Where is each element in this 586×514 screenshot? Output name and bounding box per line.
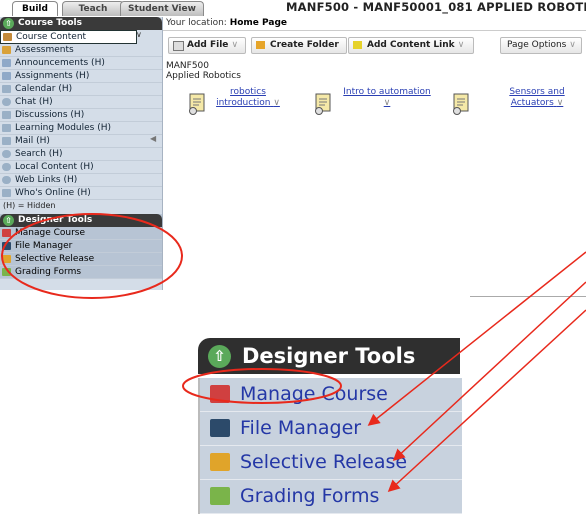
annotation-overlay	[1, 213, 586, 493]
annotation-arrow	[387, 309, 586, 493]
annotation-arrow	[367, 251, 586, 426]
annotation-arrow	[392, 281, 586, 462]
annotation-circle	[1, 213, 183, 299]
annotation-oval	[182, 368, 342, 404]
